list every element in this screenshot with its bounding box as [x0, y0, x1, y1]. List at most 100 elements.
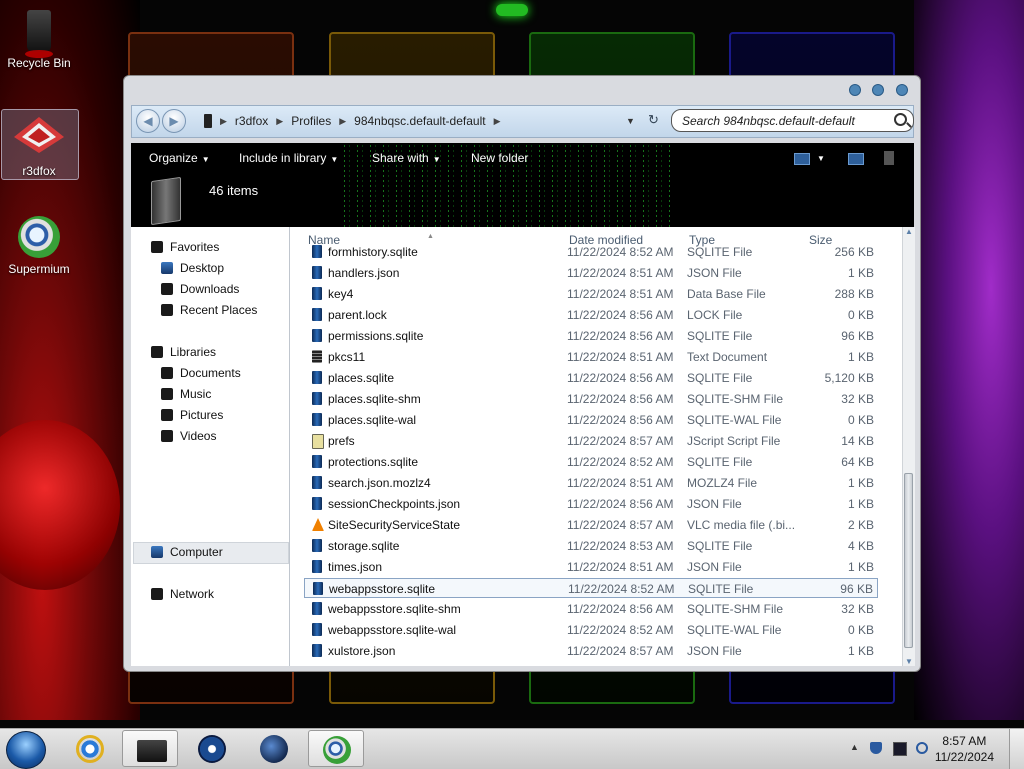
file-size: 1 KB [847, 350, 874, 364]
desktop-icon-r3dfox[interactable]: r3dfox [0, 113, 78, 178]
taskbar-supermium[interactable] [308, 730, 364, 767]
back-button[interactable]: ◀ [136, 109, 160, 133]
nav-favorites[interactable]: Favorites [151, 240, 219, 254]
file-name: prefs [328, 434, 355, 448]
file-size: 1 KB [847, 644, 874, 658]
vertical-scrollbar[interactable]: ▲ ▼ [902, 227, 915, 666]
scroll-down-icon[interactable]: ▼ [905, 657, 913, 666]
chevron-right-icon[interactable]: ▶ [339, 116, 346, 127]
downloads-icon [161, 283, 173, 295]
minimize-button[interactable] [849, 84, 861, 96]
file-size: 256 KB [834, 245, 874, 259]
share-with-button[interactable]: Share with ▼ [372, 151, 441, 165]
file-name: webappsstore.sqlite [329, 582, 436, 596]
file-row[interactable]: places.sqlite-wal 11/22/2024 8:56 AM SQLIT… [304, 410, 878, 430]
file-size: 14 KB [841, 434, 874, 448]
scroll-up-icon[interactable]: ▲ [905, 227, 913, 236]
taskbar-file-explorer[interactable] [122, 730, 178, 767]
file-row[interactable]: places.sqlite-shm 11/22/2024 8:56 AM SQLIT… [304, 389, 878, 409]
refresh-icon[interactable]: ↻ [648, 112, 659, 128]
nav-desktop[interactable]: Desktop [161, 261, 224, 275]
breadcrumb-item[interactable]: r3dfox [235, 114, 268, 128]
nav-libraries[interactable]: Libraries [151, 345, 216, 359]
file-row[interactable]: storage.sqlite 11/22/2024 8:53 AM SQLITE F… [304, 536, 878, 556]
search-icon[interactable] [894, 113, 907, 126]
file-row[interactable]: pkcs11 11/22/2024 8:51 AM Text Document 1 K… [304, 347, 878, 367]
file-row[interactable]: xulstore.json 11/22/2024 8:57 AM JSON File… [304, 641, 878, 661]
file-row[interactable]: parent.lock 11/22/2024 8:56 AM LOCK File 0 … [304, 305, 878, 325]
scrollbar-thumb[interactable] [904, 473, 913, 648]
file-row[interactable]: search.json.mozlz4 11/22/2024 8:51 AM MOZL… [304, 473, 878, 493]
file-row[interactable]: sessionCheckpoints.json 11/22/2024 8:56 A… [304, 494, 878, 514]
item-count: 46 items [209, 183, 259, 198]
nav-network[interactable]: Network [151, 587, 214, 601]
organize-button[interactable]: Organize ▼ [149, 151, 210, 165]
address-history-chevron-down-icon[interactable]: ▼ [626, 116, 635, 126]
file-row[interactable]: key4 11/22/2024 8:51 AM Data Base File 288 … [304, 284, 878, 304]
close-button[interactable] [896, 84, 908, 96]
breadcrumb-item[interactable]: 984nbqsc.default-default [354, 114, 485, 128]
file-row[interactable]: formhistory.sqlite 11/22/2024 8:52 AM SQLI… [304, 242, 878, 262]
nav-computer[interactable]: Computer [151, 545, 223, 559]
shield-icon[interactable] [870, 742, 882, 754]
file-date: 11/22/2024 8:56 AM [567, 308, 674, 322]
breadcrumb-item[interactable]: Profiles [291, 114, 331, 128]
file-row[interactable]: webappsstore.sqlite-shm 11/22/2024 8:56 A… [304, 599, 878, 619]
nav-label: Videos [180, 429, 217, 443]
chevron-right-icon[interactable]: ▶ [220, 116, 227, 127]
file-type: VLC media file (.bi... [687, 518, 796, 532]
file-size: 96 KB [840, 582, 873, 596]
nav-videos[interactable]: Videos [161, 429, 216, 443]
desktop-icon-recycle-bin[interactable]: Recycle Bin [0, 10, 78, 70]
show-desktop-button[interactable] [1009, 729, 1024, 769]
star-icon [151, 241, 163, 253]
documents-icon [161, 367, 173, 379]
change-view-icon[interactable] [794, 153, 810, 165]
file-row[interactable]: places.sqlite 11/22/2024 8:56 AM SQLITE Fi… [304, 368, 878, 388]
search-input[interactable]: Search 984nbqsc.default-default [671, 109, 914, 132]
include-in-library-button[interactable]: Include in library ▼ [239, 151, 338, 165]
nav-music[interactable]: Music [161, 387, 211, 401]
taskbar-internet-explorer[interactable] [62, 730, 118, 767]
nav-downloads[interactable]: Downloads [161, 282, 239, 296]
forward-button[interactable]: ▶ [162, 109, 186, 133]
maximize-button[interactable] [872, 84, 884, 96]
file-row[interactable]: protections.sqlite 11/22/2024 8:52 AM SQLI… [304, 452, 878, 472]
help-icon[interactable] [884, 151, 894, 165]
file-name: permissions.sqlite [328, 329, 424, 343]
sqlite-file-icon [312, 539, 322, 552]
nav-documents[interactable]: Documents [161, 366, 241, 380]
json-file-icon [312, 560, 322, 573]
monitor-icon[interactable] [893, 742, 907, 756]
taskbar-network-globe[interactable] [246, 730, 302, 767]
file-row[interactable]: times.json 11/22/2024 8:51 AM JSON File 1 K… [304, 557, 878, 577]
file-size: 0 KB [847, 623, 874, 637]
preview-pane-icon[interactable] [848, 153, 864, 165]
chevron-right-icon[interactable]: ▶ [276, 116, 283, 127]
file-date: 11/22/2024 8:51 AM [567, 287, 674, 301]
taskbar-media-player[interactable] [184, 730, 240, 767]
file-row[interactable]: handlers.json 11/22/2024 8:51 AM JSON File… [304, 263, 878, 283]
volume-icon[interactable] [916, 742, 928, 754]
desktop-icon-supermium[interactable]: Supermium [0, 216, 78, 276]
file-row[interactable]: SiteSecurityServiceState 11/22/2024 8:57 … [304, 515, 878, 535]
file-row[interactable]: webappsstore.sqlite 11/22/2024 8:52 AM SQL… [304, 578, 878, 598]
file-size: 1 KB [847, 497, 874, 511]
nav-recent-places[interactable]: Recent Places [161, 303, 257, 317]
nav-pictures[interactable]: Pictures [161, 408, 223, 422]
system-clock[interactable]: 8:57 AM 11/22/2024 [935, 733, 994, 765]
tray-expand-chevron-up-icon[interactable]: ▲ [850, 742, 859, 752]
file-date: 11/22/2024 8:52 AM [567, 623, 674, 637]
file-row[interactable]: webappsstore.sqlite-wal 11/22/2024 8:52 A… [304, 620, 878, 640]
start-button[interactable] [6, 731, 46, 769]
file-name: xulstore.json [328, 644, 396, 658]
file-name: places.sqlite-wal [328, 413, 417, 427]
nav-label: Pictures [180, 408, 224, 422]
new-folder-button[interactable]: New folder [471, 151, 528, 165]
sqlite-file-icon [313, 582, 323, 595]
clock-time: 8:57 AM [942, 734, 987, 748]
file-row[interactable]: permissions.sqlite 11/22/2024 8:56 AM SQLI… [304, 326, 878, 346]
view-options-chevron-down-icon[interactable]: ▼ [817, 154, 825, 163]
file-row[interactable]: prefs 11/22/2024 8:57 AM JScript Script Fi… [304, 431, 878, 451]
chevron-right-icon[interactable]: ▶ [494, 116, 501, 127]
